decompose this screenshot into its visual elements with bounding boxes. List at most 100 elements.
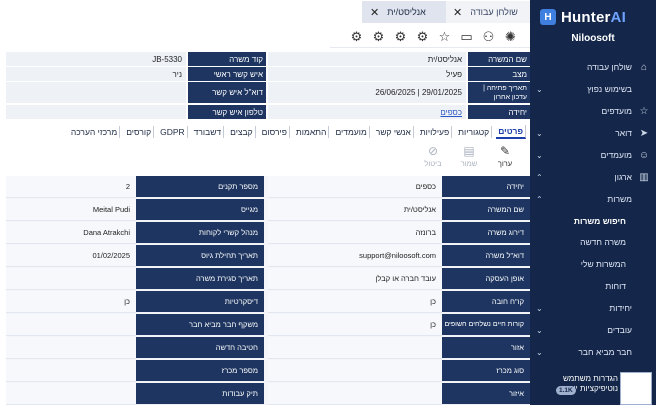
chevron-down-icon: ⌄ <box>536 128 543 138</box>
detail-value: כן <box>6 291 136 313</box>
sidebar-item-common[interactable]: ⌄ בשימוש נפוץ <box>530 79 656 99</box>
tab-workspace[interactable]: ✕ שולחן עבודה <box>445 1 531 23</box>
star-icon[interactable]: ☆ <box>437 29 452 44</box>
gear-icon[interactable]: ⚙ <box>393 29 408 44</box>
sidebar-item-referral[interactable]: ⌄ חבר מביא חבר <box>530 342 656 362</box>
detail-value <box>268 360 442 382</box>
sidebar-item-units[interactable]: ⌄ יחידות <box>530 298 656 318</box>
sidebar-item-workspace[interactable]: שולחן עבודה ⌂ <box>530 57 656 77</box>
sidebar-item-organization[interactable]: ⌃ ארגון ▥ <box>530 167 656 187</box>
company-name: Niloosoft <box>571 33 615 44</box>
sidebar-item-mail[interactable]: ⌄ דואר ➤ <box>530 123 656 143</box>
detail-label: משקף חבר מביא חבר <box>136 314 264 336</box>
sidebar-item-candidates[interactable]: ⌄ מועמדים ☺ <box>530 145 656 165</box>
tab-matches[interactable]: התאמות <box>294 126 330 138</box>
section-tabs: פרטים קטגוריות פעילויות אנשי קשר מועמדים… <box>36 124 526 140</box>
notification-badge: 1.1K <box>556 386 576 395</box>
sidebar-item-favorites[interactable]: מועדפים ☆ <box>530 101 656 121</box>
chevron-down-icon: ⌄ <box>536 150 543 160</box>
detail-value <box>268 337 442 359</box>
sidebar-item-label: עובדים <box>607 325 632 335</box>
detail-value <box>268 383 442 405</box>
detail-label: דיסקרטיות <box>136 291 264 313</box>
chevron-down-icon: ⌄ <box>536 84 543 94</box>
detail-label: אזור <box>442 337 530 359</box>
tab-label: שולחן עבודה <box>470 7 518 17</box>
gear-icon[interactable]: ⚙ <box>349 29 364 44</box>
chevron-up-icon: ⌃ <box>536 194 543 204</box>
dates-label: תאריך פתיחה | עדכון אחרון <box>468 82 530 104</box>
sidebar-item-label: דואר <box>615 128 632 138</box>
send-icon: ➤ <box>639 127 649 139</box>
detail-label: שם המשרה <box>442 199 530 221</box>
user-settings-link[interactable]: הגדרות משתמש נוטיפיקציות יציאה <box>538 374 618 394</box>
building-icon: ▥ <box>639 171 649 183</box>
detail-value: Dana Atrakchi <box>6 222 136 244</box>
pencil-icon: ✎ <box>499 144 511 158</box>
tab-activities[interactable]: פעילויות <box>418 126 453 138</box>
folder-icon[interactable]: ▭ <box>459 29 474 44</box>
tab-publishing[interactable]: פירסום <box>260 126 290 138</box>
save-button[interactable]: ▤ שמור <box>454 143 484 173</box>
detail-label: סוג מכרז <box>442 360 530 382</box>
detail-value: support@niloosoft.com <box>268 245 442 267</box>
detail-value: כן <box>268 291 442 313</box>
tab-files[interactable]: קבצים <box>228 126 256 138</box>
sidebar-item-employees[interactable]: ⌄ עובדים <box>530 320 656 340</box>
unit-link[interactable]: כספים <box>440 108 462 117</box>
job-name-value: אנליסט/ית <box>268 52 466 67</box>
contact-label: איש קשר ראשי <box>188 67 266 82</box>
detail-label: חטיבה חדשה <box>136 337 264 359</box>
detail-label: אופן העסקה <box>442 268 530 290</box>
sidebar-item-reports[interactable]: דוחות <box>530 276 656 296</box>
detail-value <box>6 268 136 290</box>
user-settings-icon[interactable]: ⚇ <box>481 29 496 44</box>
chevron-up-icon: ⌃ <box>536 172 543 182</box>
detail-label: מספר מכרז <box>136 360 264 382</box>
close-icon[interactable]: ✕ <box>370 6 379 19</box>
tab-analyst[interactable]: ✕ אנליסט/ית <box>362 1 446 23</box>
sidebar-item-job-search[interactable]: חיפוש משרות <box>530 211 656 231</box>
sidebar-item-jobs[interactable]: ⌃ משרות <box>530 189 656 209</box>
edit-button[interactable]: ✎ ערוך <box>490 143 520 173</box>
detail-label: דוא"ל משרה <box>442 245 530 267</box>
sidebar-item-label: ארגון <box>614 172 632 182</box>
detail-value <box>6 383 136 405</box>
detail-value: עובד חברה או קבלן <box>268 268 442 290</box>
detail-value: 2 <box>6 176 136 198</box>
sidebar-item-my-jobs[interactable]: המשרות שלי <box>530 254 656 274</box>
job-code-value: JB-5330 <box>6 52 186 67</box>
action-bar: ✎ ערוך ▤ שמור ⊘ ביטול <box>400 143 520 173</box>
gear-icon[interactable]: ⚙ <box>415 29 430 44</box>
tab-assessment-centers[interactable]: מרכזי הערכה <box>69 126 121 138</box>
lightbulb-icon[interactable]: ✺ <box>503 29 518 44</box>
detail-value <box>6 337 136 359</box>
status-label: מצב <box>468 67 530 82</box>
cancel-button[interactable]: ⊘ ביטול <box>418 143 448 173</box>
gear-icon[interactable]: ⚙ <box>371 29 386 44</box>
detail-label: מגייס <box>136 199 264 221</box>
tab-courses[interactable]: קורסים <box>124 126 155 138</box>
sidebar-item-label: מועדפים <box>601 106 632 116</box>
tab-candidates[interactable]: מועמדים <box>333 126 370 138</box>
tab-label: אנליסט/ית <box>387 7 426 17</box>
contact-email-label: דוא"ל איש קשר <box>188 82 266 104</box>
close-icon[interactable]: ✕ <box>453 6 462 19</box>
sidebar-item-label: בשימוש נפוץ <box>587 84 632 94</box>
tab-gdpr[interactable]: GDPR <box>158 126 188 138</box>
tab-dashboard[interactable]: דשבורד <box>192 126 225 138</box>
detail-label: קו"ח חובה <box>442 291 530 313</box>
dates-value: 26/06/2025 | 29/01/2025 <box>268 82 466 104</box>
logo-icon: H <box>540 9 556 25</box>
detail-label: דירוג משרה <box>442 222 530 244</box>
tab-details[interactable]: פרטים <box>496 125 526 139</box>
tab-contacts[interactable]: אנשי קשר <box>374 126 414 138</box>
logo: H HunterAI <box>540 7 650 27</box>
detail-label: איזור <box>442 383 530 405</box>
chevron-down-icon: ⌄ <box>536 347 543 357</box>
sidebar-item-new-job[interactable]: משרה חדשה <box>530 232 656 252</box>
detail-value: ברונזה <box>268 222 442 244</box>
avatar[interactable] <box>620 372 652 405</box>
tab-categories[interactable]: קטגוריות <box>456 126 493 138</box>
detail-value: כספים <box>268 176 442 198</box>
